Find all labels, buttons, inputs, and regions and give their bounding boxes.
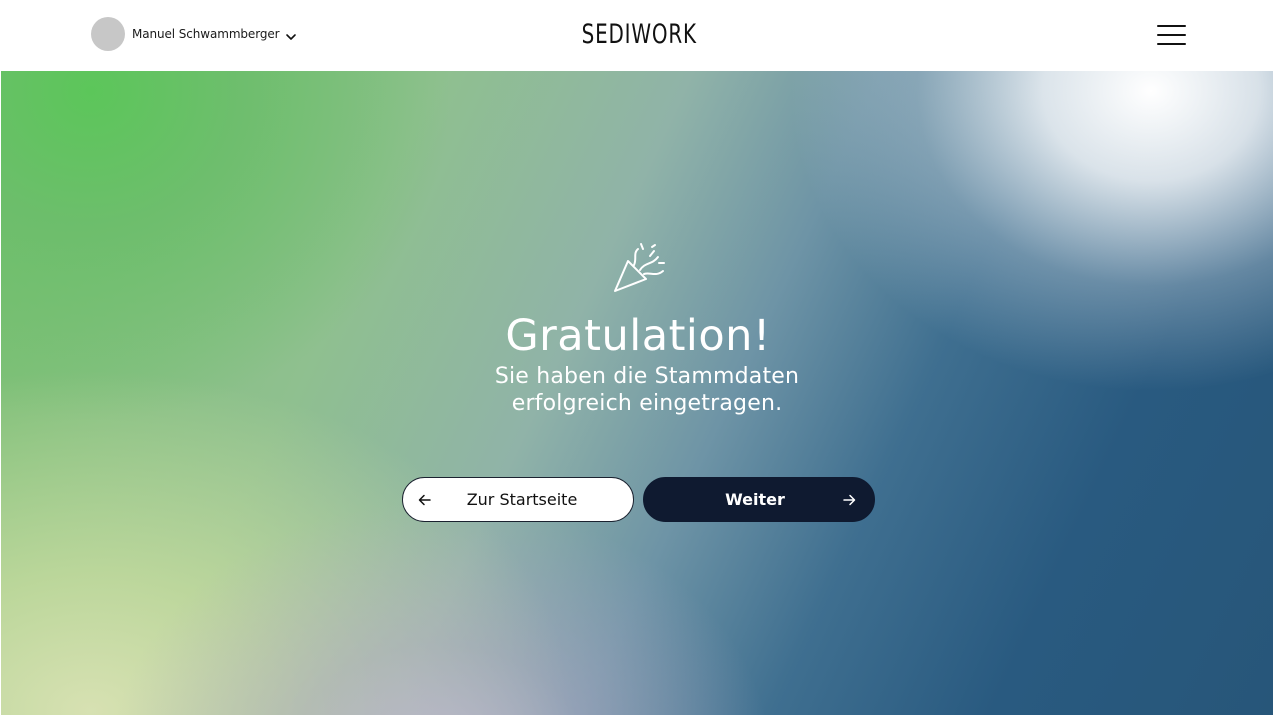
logo-text: SEDIWORK: [581, 19, 697, 50]
hero-section: Gratulation! Sie haben die Stammdaten er…: [1, 71, 1273, 715]
arrow-right-icon: [841, 492, 857, 508]
hamburger-menu-icon[interactable]: [1157, 24, 1187, 46]
page-title: Gratulation!: [505, 311, 771, 361]
top-header: Manuel Schwammberger SEDIWORK: [0, 0, 1273, 71]
back-to-home-button[interactable]: Zur Startseite: [402, 477, 634, 522]
party-popper-icon: [612, 243, 666, 295]
user-name[interactable]: Manuel Schwammberger: [132, 27, 280, 41]
next-button-label: Weiter: [725, 490, 785, 509]
success-panel: Gratulation! Sie haben die Stammdaten er…: [1, 71, 1273, 715]
user-menu[interactable]: Manuel Schwammberger: [91, 17, 297, 51]
brand-logo[interactable]: SEDIWORK: [578, 21, 700, 49]
chevron-down-icon[interactable]: [285, 28, 297, 40]
back-button-label: Zur Startseite: [466, 490, 578, 509]
avatar[interactable]: [91, 17, 125, 51]
next-button[interactable]: Weiter: [643, 477, 875, 522]
success-message: Sie haben die Stammdaten erfolgreich ein…: [494, 364, 800, 416]
